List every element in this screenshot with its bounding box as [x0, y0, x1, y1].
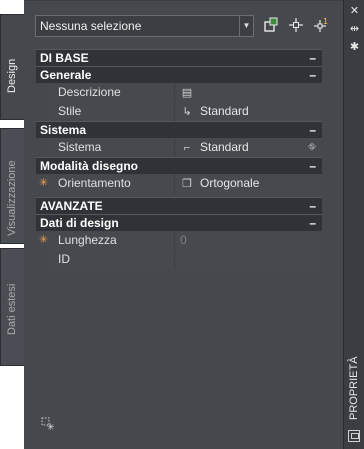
collapse-icon[interactable]: –: [309, 67, 316, 83]
property-name: Descrizione: [50, 83, 175, 102]
settings-icon[interactable]: ✱: [344, 40, 364, 54]
palette-title-text: PROPRIETÀ: [348, 356, 360, 420]
category-sistema[interactable]: Sistema –: [36, 121, 322, 138]
category-modalita-disegno[interactable]: Modalità disegno –: [36, 157, 322, 174]
property-row-orientamento[interactable]: ✳ Orientamento ❒ Ortogonale: [36, 174, 322, 193]
property-row-sistema[interactable]: Sistema ⌐ Standard ⛗: [36, 138, 322, 157]
property-name: Stile: [50, 102, 175, 121]
category-avanzate[interactable]: AVANZATE –: [36, 197, 322, 214]
property-row-descrizione[interactable]: Descrizione ▤: [36, 83, 322, 102]
collapse-icon[interactable]: –: [309, 198, 316, 214]
property-row-stile[interactable]: Stile ↳ Standard: [36, 102, 322, 121]
property-value[interactable]: ⌐ Standard ⛗: [176, 138, 322, 157]
pick-point-icon[interactable]: ✳: [41, 417, 55, 433]
tab-design[interactable]: Design: [0, 14, 24, 120]
svg-text:1: 1: [323, 17, 328, 26]
property-name: Orientamento: [50, 174, 175, 193]
collapse-icon[interactable]: –: [309, 215, 316, 231]
tab-dati-estesi[interactable]: Dati estesi: [0, 248, 24, 366]
system-browse-icon[interactable]: ⛗: [308, 138, 316, 157]
category-sistema-label: Sistema: [40, 123, 87, 137]
property-name: Lunghezza: [50, 231, 175, 250]
edit-text-icon[interactable]: ▤: [180, 84, 194, 103]
category-avanzate-label: AVANZATE: [40, 199, 103, 213]
property-name: ID: [50, 250, 175, 269]
property-row-lunghezza[interactable]: ✳ Lunghezza 0: [36, 231, 322, 250]
orientation-icon: ❒: [182, 178, 192, 190]
quick-select-icon[interactable]: [262, 17, 280, 35]
property-value[interactable]: [176, 250, 322, 269]
category-dati-di-design-label: Dati di design: [40, 216, 119, 230]
property-row-id[interactable]: ID: [36, 250, 322, 269]
row-gutter: ✳: [36, 174, 50, 193]
asterisk-icon: ✳: [39, 234, 49, 246]
category-generale[interactable]: Generale –: [36, 66, 322, 83]
palette-title-bar[interactable]: ✕ ⇹ ✱ PROPRIETÀ: [343, 0, 364, 449]
chevron-down-icon[interactable]: ▼: [239, 16, 253, 36]
row-gutter: ✳: [36, 231, 50, 250]
asterisk-icon: ✳: [39, 177, 49, 189]
svg-text:✳: ✳: [47, 423, 55, 431]
style-icon: ↳: [182, 106, 192, 118]
category-di-base[interactable]: DI BASE –: [36, 49, 322, 66]
property-value[interactable]: ❒ Ortogonale: [176, 174, 322, 193]
palette-menu-icon[interactable]: [348, 430, 360, 442]
tab-dati-estesi-label: Dati estesi: [6, 283, 18, 335]
select-objects-icon[interactable]: [287, 17, 305, 35]
property-value[interactable]: 0: [176, 231, 322, 250]
category-modalita-disegno-label: Modalità disegno: [40, 159, 139, 173]
tab-visualizzazione[interactable]: Visualizzazione: [0, 128, 24, 244]
property-value-text: Ortogonale: [200, 176, 260, 190]
tab-strip: Design Visualizzazione Dati estesi: [0, 0, 24, 449]
properties-palette: Design Visualizzazione Dati estesi Nessu…: [0, 0, 364, 449]
property-value[interactable]: ↳ Standard: [176, 102, 322, 121]
selection-bar: Nessuna selezione ▼ 1: [30, 15, 340, 37]
row-gutter: [36, 250, 50, 269]
pickadd-toggle-icon[interactable]: 1: [312, 17, 330, 35]
collapse-icon[interactable]: –: [309, 158, 316, 174]
row-gutter: [36, 138, 50, 157]
selection-dropdown[interactable]: Nessuna selezione ▼: [35, 15, 254, 37]
selection-dropdown-value: Nessuna selezione: [40, 19, 142, 33]
tab-visualizzazione-label: Visualizzazione: [6, 160, 18, 236]
system-icon: ⌐: [183, 142, 191, 154]
autohide-icon[interactable]: ⇹: [344, 22, 364, 36]
property-grid: DI BASE – Generale – Descrizione ▤ Stile…: [36, 49, 322, 269]
property-value[interactable]: ▤: [176, 83, 322, 102]
category-generale-label: Generale: [40, 68, 92, 82]
palette-title: PROPRIETÀ: [346, 356, 364, 420]
property-value-text: Standard: [200, 104, 249, 118]
close-icon[interactable]: ✕: [344, 4, 364, 18]
collapse-icon[interactable]: –: [309, 122, 316, 138]
category-di-base-label: DI BASE: [40, 51, 89, 65]
row-gutter: [36, 102, 50, 121]
properties-content: Nessuna selezione ▼ 1 DI BASE – Generale…: [24, 0, 343, 449]
row-gutter: [36, 83, 50, 102]
property-value-text: Standard: [200, 140, 249, 154]
tab-design-label: Design: [6, 58, 18, 93]
category-dati-di-design[interactable]: Dati di design –: [36, 214, 322, 231]
collapse-icon[interactable]: –: [309, 50, 316, 66]
property-name: Sistema: [50, 138, 175, 157]
